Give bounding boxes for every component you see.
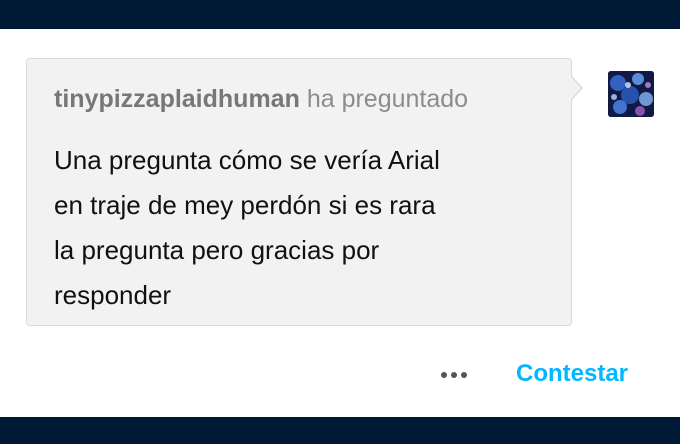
ellipsis-icon-dot [461,372,467,378]
bottom-bar [0,417,680,444]
asker-line: tinypizzaplaidhuman ha preguntado [54,84,468,114]
bubble-pointer-fill [571,77,581,99]
answer-button[interactable]: Contestar [516,359,628,389]
ellipsis-icon [441,372,447,378]
asker-action-text: ha preguntado [306,85,469,113]
question-line: en traje de mey perdón si es rara [54,190,436,220]
ellipsis-icon-dot [451,372,457,378]
question-line: responder [54,280,172,310]
question-line: Una pregunta cómo se vería Arial [54,145,440,175]
avatar-image [608,71,654,117]
question-line: la pregunta pero gracias por [54,235,380,265]
top-bar [0,0,680,29]
more-options-button[interactable] [434,362,474,388]
asker-avatar[interactable] [608,71,654,117]
asker-name-link[interactable]: tinypizzaplaidhuman [54,85,300,113]
question-text: Una pregunta cómo se vería Arial en traj… [54,138,554,318]
